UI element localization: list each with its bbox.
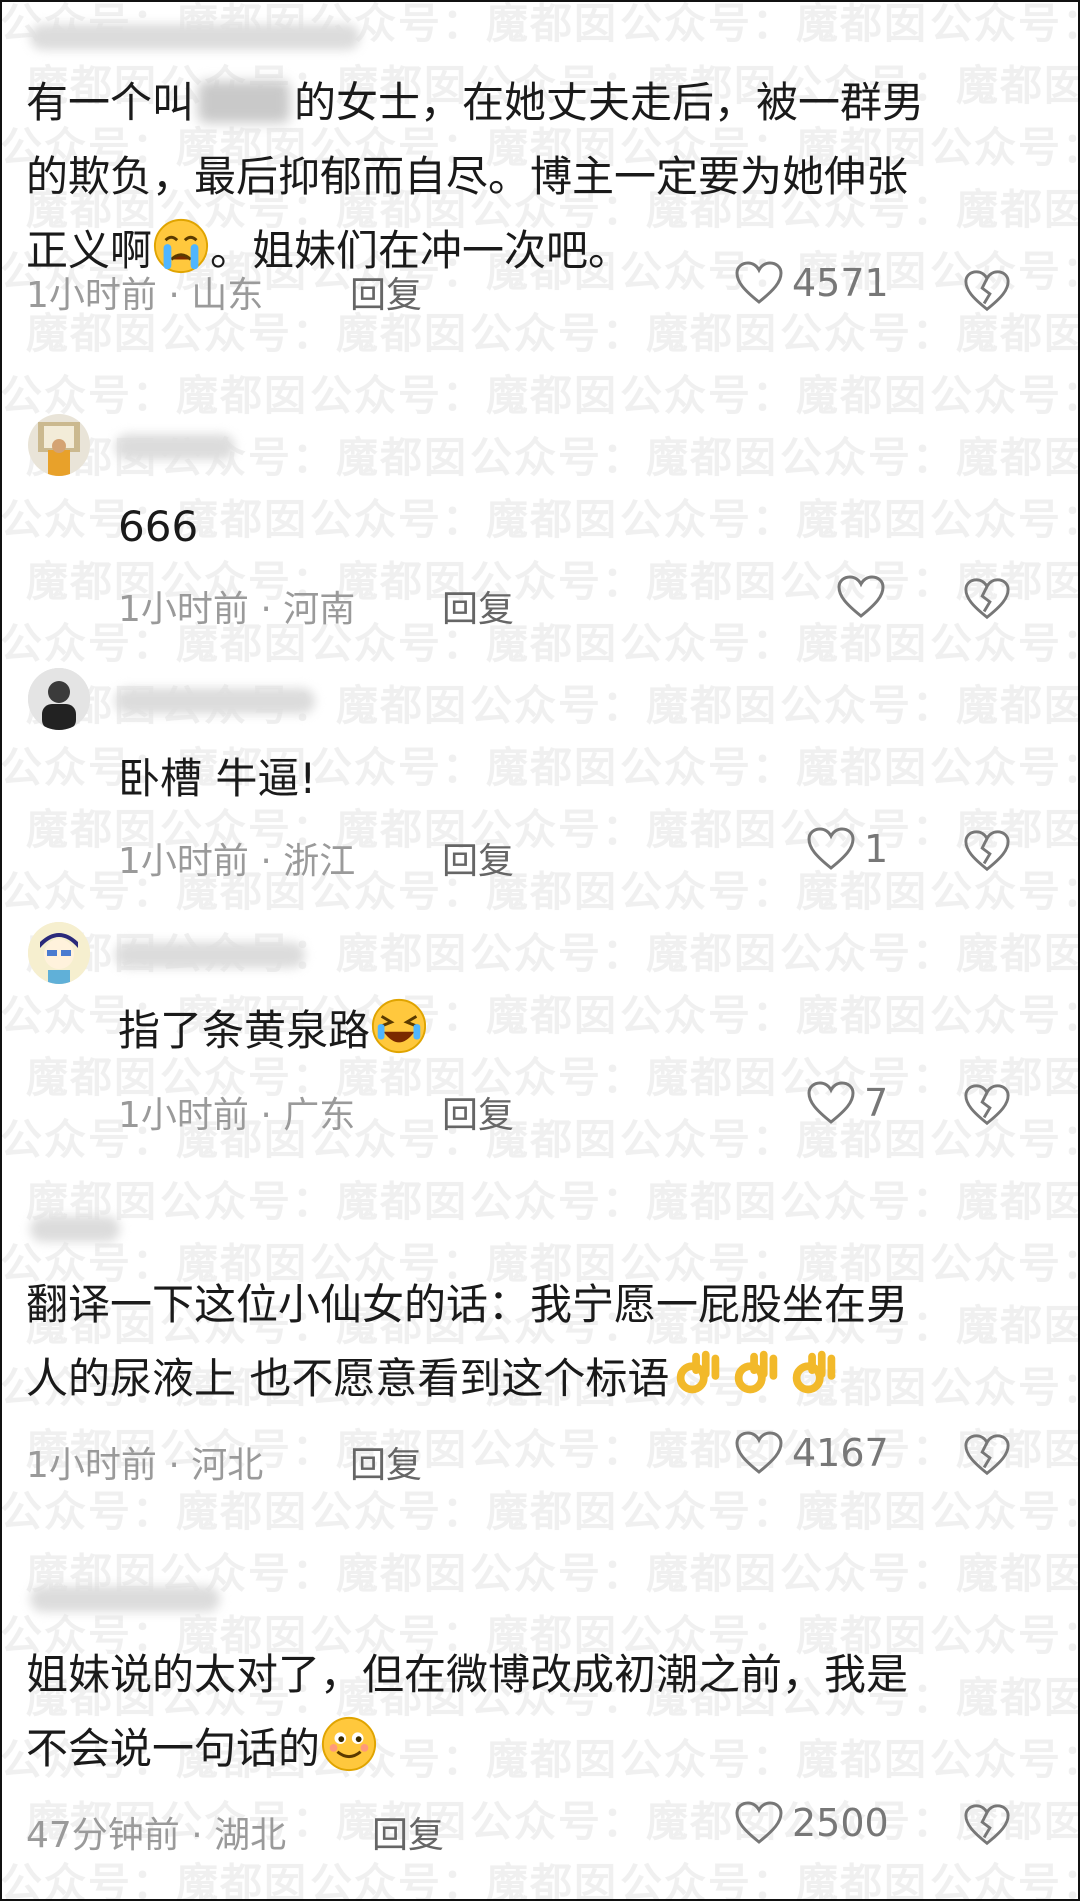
like-count: 4167 [792,1431,889,1475]
like-count: 4571 [792,261,889,305]
ok-hand-icon [793,1350,836,1394]
reply-button[interactable]: 回复 [350,1436,422,1488]
avatar[interactable] [28,922,90,984]
comment-text: 翻译一下这位小仙女的话：我宁愿一屁股坐在男 人的尿液上 也不愿意看到这个标语 [26,1280,909,1403]
heart-outline-icon [735,1801,783,1844]
broken-heart-icon[interactable] [963,576,1011,622]
broken-heart-icon[interactable] [963,828,1011,874]
avatar[interactable] [28,414,90,476]
like-button[interactable]: 2500 [734,1800,889,1846]
avatar[interactable] [28,668,90,730]
reply-button[interactable]: 回复 [372,1806,444,1858]
like-button[interactable]: 1 [806,826,888,872]
like-count: 1 [864,827,889,871]
broken-heart-icon[interactable] [963,268,1011,314]
broken-heart-icon[interactable] [963,1432,1011,1478]
reply-button[interactable]: 回复 [442,1086,514,1138]
username-blurred [115,434,235,460]
comment-text: 姐妹说的太对了，但在微博改成初潮之前，我是 不会说一句话的 [26,1650,909,1773]
comment-text: 666 [118,502,199,551]
username-blurred [115,688,315,714]
comment-meta: 1小时前 · 广东 [118,1095,356,1136]
comment-text: 指了条黄泉路 [118,994,428,1068]
reply-button[interactable]: 回复 [350,266,422,318]
heart-outline-icon [735,261,783,304]
like-button[interactable] [836,574,894,620]
reply-button[interactable]: 回复 [442,580,514,632]
heart-outline-icon [807,827,855,870]
like-count: 2500 [792,1801,889,1845]
like-count: 7 [864,1081,889,1125]
ok-hand-icon [735,1350,778,1394]
heart-outline-icon [735,1431,783,1474]
smiling-face-icon [321,1716,377,1772]
username-blurred [30,24,360,50]
username-blurred [30,1586,220,1612]
ok-hand-icon [677,1350,720,1394]
like-button[interactable]: 4571 [734,260,889,306]
comment-text: 卧槽 牛逼! [118,754,317,803]
comment-meta: 1小时前 · 河北 [26,1445,264,1486]
broken-heart-icon[interactable] [963,1802,1011,1848]
comment-text: 有一个叫 的女士，在她丈夫走后，被一群男 的欺负，最后抑郁而自尽。博主一定要为她伸… [26,78,925,275]
heart-outline-icon [837,575,885,618]
comment-meta: 1小时前 · 山东 [26,275,264,316]
comment-meta: 1小时前 · 河南 [118,589,356,630]
comment-meta: 1小时前 · 浙江 [118,841,356,882]
comment-meta: 47分钟前 · 湖北 [26,1815,287,1856]
rolling-laughing-face-icon [371,998,427,1054]
reply-button[interactable]: 回复 [442,832,514,884]
heart-outline-icon [807,1081,855,1124]
blurred-name [198,81,291,123]
like-button[interactable]: 7 [806,1080,888,1126]
username-blurred [30,1216,120,1242]
like-button[interactable]: 4167 [734,1430,889,1476]
comment-list: 有一个叫 的女士，在她丈夫走后，被一群男 的欺负，最后抑郁而自尽。博主一定要为她伸… [0,0,1080,1901]
username-blurred [115,942,305,968]
broken-heart-icon[interactable] [963,1082,1011,1128]
